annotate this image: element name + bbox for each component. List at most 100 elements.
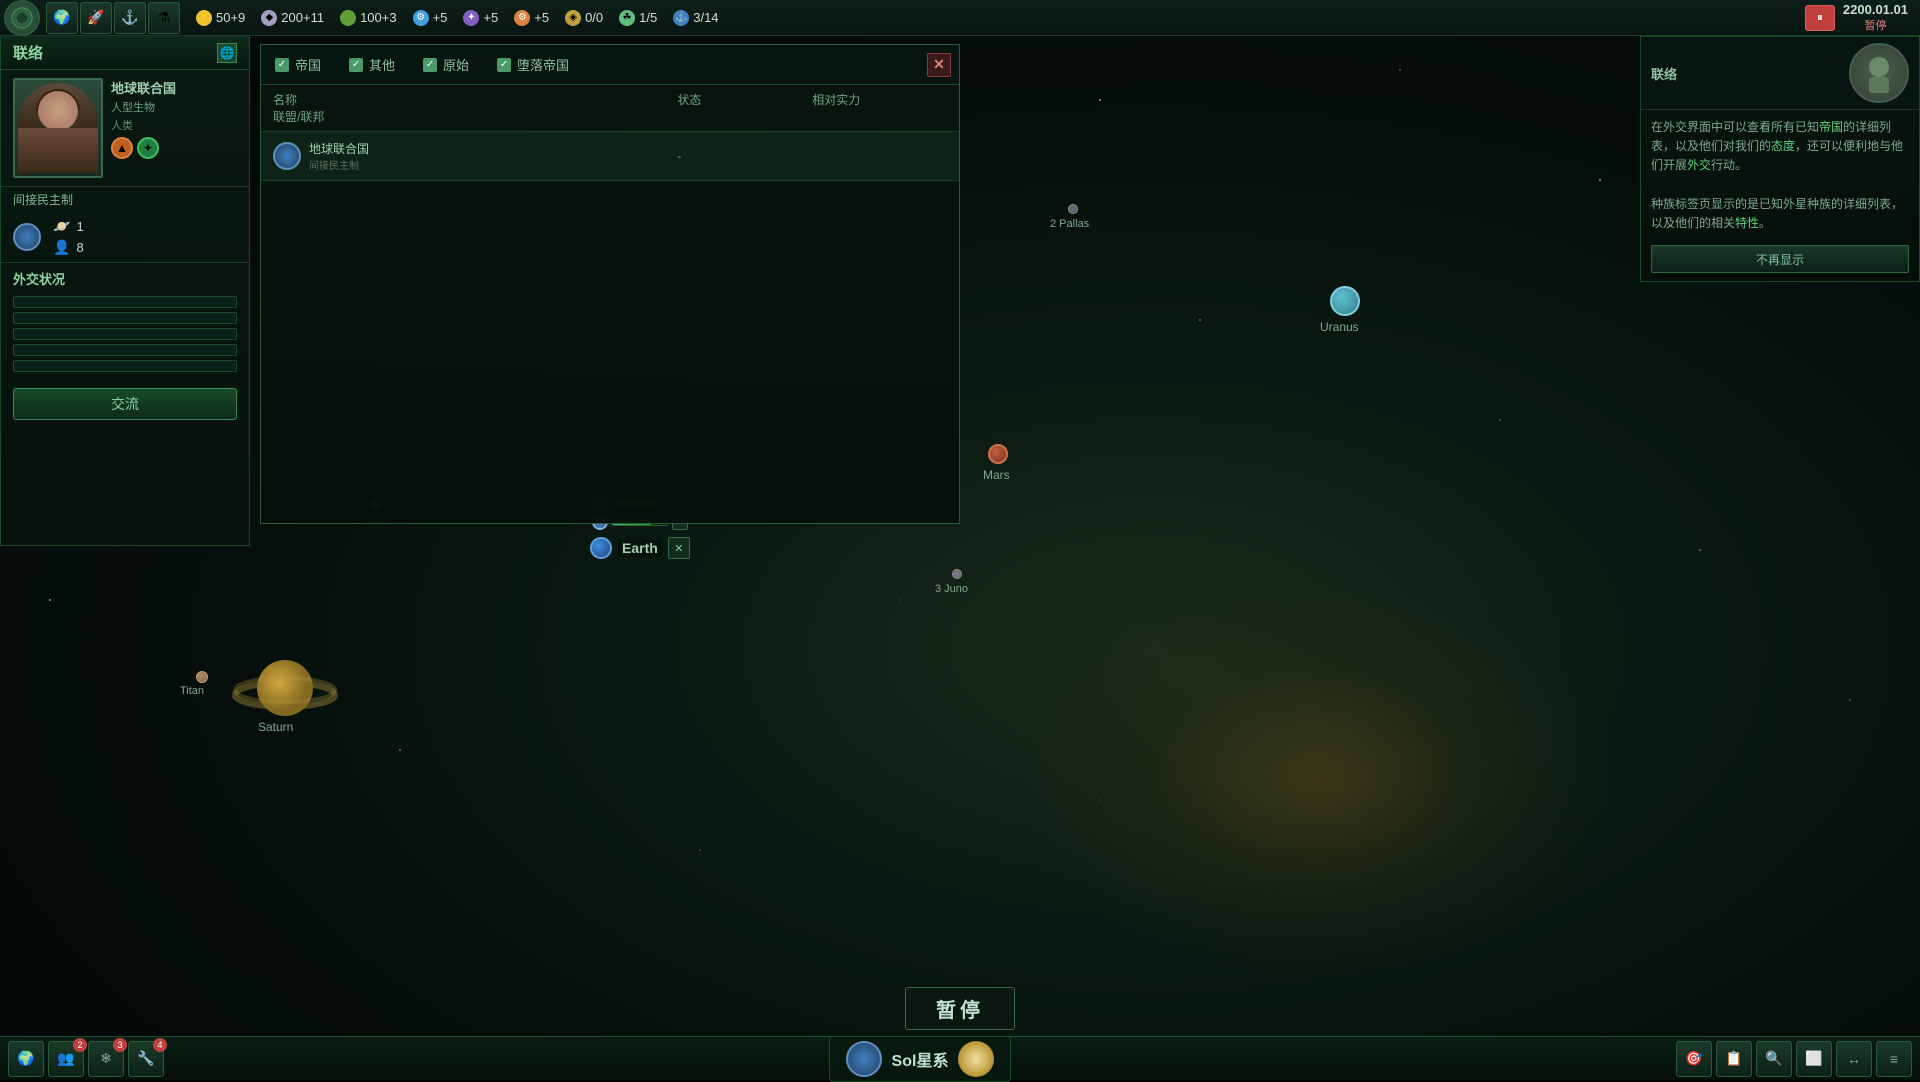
uranus-planet[interactable] (1330, 286, 1360, 316)
empire-row-name-cell: 地球联合国 间接民主制 (273, 140, 543, 172)
government-label: 间接民主制 (1, 187, 249, 212)
bottom-btn-construction[interactable]: 🔧 4 (128, 1041, 164, 1077)
top-btn-fleet[interactable]: ⚓ (114, 2, 146, 34)
resource-energy: ⚡ 50+9 (196, 10, 245, 26)
empire-flags: ▲ ✦ (111, 137, 237, 159)
info-text-4: 行动。 (1711, 158, 1747, 172)
bottom-btn-population[interactable]: 👥 2 (48, 1041, 84, 1077)
left-diplomacy-panel: 联络 🌐 地球联合国 人型生物 人类 ▲ ✦ 间接民主制 🪐 1 (0, 36, 250, 546)
tab-origin-checkbox: ✓ (423, 58, 437, 72)
planet-stat-icon: 🪐 (53, 218, 70, 235)
modal-close-button[interactable]: ✕ (927, 53, 951, 77)
info-text-6: 。 (1759, 216, 1771, 230)
resource-science: ⚙ +5 (413, 10, 448, 26)
dismiss-button[interactable]: 不再显示 (1651, 245, 1909, 273)
bottom-right-btn-window[interactable]: ⬜ (1796, 1041, 1832, 1077)
star-icon[interactable] (958, 1041, 994, 1077)
earth-action-btn[interactable]: ✕ (668, 537, 690, 559)
influence-value: +5 (483, 10, 498, 25)
bottom-center-system: Sol星系 (172, 1036, 1668, 1082)
tab-empire[interactable]: ✓ 帝国 (269, 51, 327, 78)
resource-consumer: ☘ 1/5 (619, 10, 657, 26)
col-power: 相对实力 (812, 91, 947, 108)
tab-other-label: 其他 (369, 55, 395, 74)
system-name: Sol星系 (892, 1047, 949, 1071)
bottom-btn-research[interactable]: ❄ 3 (88, 1041, 124, 1077)
system-planet-icon[interactable] (846, 1041, 882, 1077)
empire-name-block: 地球联合国 人型生物 人类 ▲ ✦ (111, 78, 237, 159)
bottom-badge-4: 4 (153, 1038, 167, 1052)
mars-planet[interactable] (988, 444, 1008, 464)
table-row[interactable]: 地球联合国 间接民主制 - (261, 132, 959, 181)
alloy-value: 0/0 (585, 10, 603, 25)
col-status: 状态 (677, 91, 812, 108)
info-box-diplomacy: 联络 在外交界面中可以查看所有已知帝国的详细列表，以及他们对我们的态度，还可以便… (1640, 36, 1920, 282)
saturn-label: Saturn (258, 720, 293, 734)
top-btn-ships[interactable]: 🚀 (80, 2, 112, 34)
resource-unity: ⚙ +5 (514, 10, 549, 26)
minerals-value: 200+11 (281, 10, 324, 25)
food-value: 100+3 (360, 10, 397, 25)
topbar: 🌍 🚀 ⚓ ⚗ ⚡ 50+9 ◆ 200+11 🌿 100+3 ⚙ +5 ✦ +… (0, 0, 1920, 36)
tab-empire-label: 帝国 (295, 55, 321, 74)
tab-origin-label: 原始 (443, 55, 469, 74)
col-name: 名称 (273, 91, 543, 108)
status-bar-1 (13, 296, 237, 308)
bottom-left-buttons: 🌍 👥 2 ❄ 3 🔧 4 (0, 1041, 172, 1077)
left-panel-title: 联络 (13, 42, 43, 63)
pallas-planet[interactable] (1068, 204, 1078, 214)
resource-influence: ✦ +5 (463, 10, 498, 26)
left-panel-icon[interactable]: 🌐 (217, 43, 237, 63)
date-display: 2200.01.01 (1843, 2, 1908, 17)
stat-planets: 🪐 1 (53, 218, 84, 235)
juno-label: 3 Juno (935, 583, 968, 595)
tab-fallen-label: 堕落帝国 (517, 55, 569, 74)
pause-button[interactable]: ⏸ (1805, 5, 1835, 31)
diplomacy-status-label: 外交状况 (1, 262, 249, 292)
resource-food: 🌿 100+3 (340, 10, 397, 26)
resource-fleet: ⚓ 3/14 (673, 10, 718, 26)
bottom-right-btn-list[interactable]: 📋 (1716, 1041, 1752, 1077)
juno-planet[interactable] (952, 569, 962, 579)
science-icon: ⚙ (413, 10, 429, 26)
bottom-right-buttons: 🎯 📋 🔍 ⬜ ↔ ≡ (1668, 1041, 1920, 1077)
earth-planet-icon[interactable] (590, 537, 612, 559)
fleet-icon: ⚓ (673, 10, 689, 26)
tab-other[interactable]: ✓ 其他 (343, 51, 401, 78)
info-box-header: 联络 (1641, 37, 1919, 110)
titan-label: Titan (180, 685, 204, 697)
left-panel-header: 联络 🌐 (1, 36, 249, 70)
consumer-value: 1/5 (639, 10, 657, 25)
info-highlight-attitude: 态度 (1771, 139, 1795, 153)
bottom-right-btn-arrows[interactable]: ↔ (1836, 1041, 1872, 1077)
bottom-badge-3: 3 (113, 1038, 127, 1052)
earth-name-label: Earth (618, 539, 662, 557)
system-info: Sol星系 (829, 1036, 1012, 1082)
top-btn-colony[interactable]: 🌍 (46, 2, 78, 34)
tab-origin[interactable]: ✓ 原始 (417, 51, 475, 78)
bottom-bar: 🌍 👥 2 ❄ 3 🔧 4 Sol星系 🎯 📋 🔍 ⬜ ↔ ≡ (0, 1036, 1920, 1080)
status-bar-4 (13, 344, 237, 356)
resource-alloy: ◈ 0/0 (565, 10, 603, 26)
right-info-panel: 联络 在外交界面中可以查看所有已知帝国的详细列表，以及他们对我们的态度，还可以便… (1640, 36, 1920, 286)
resource-bar: ⚡ 50+9 ◆ 200+11 🌿 100+3 ⚙ +5 ✦ +5 ⚙ +5 ◈… (196, 10, 1805, 26)
portrait-head (38, 91, 78, 131)
bottom-right-btn-menu[interactable]: ≡ (1876, 1041, 1912, 1077)
game-logo[interactable] (4, 0, 40, 36)
empire-info-block: 地球联合国 人型生物 人类 ▲ ✦ (1, 70, 249, 187)
exchange-button[interactable]: 交流 (13, 388, 237, 420)
nebula-decoration (1020, 580, 1620, 980)
tab-fallen[interactable]: ✓ 堕落帝国 (491, 51, 575, 78)
empire-name: 地球联合国 (111, 78, 237, 97)
saturn-planet[interactable] (230, 640, 340, 725)
top-btn-research[interactable]: ⚗ (148, 2, 180, 34)
bottom-btn-empire[interactable]: 🌍 (8, 1041, 44, 1077)
tab-fallen-checkbox: ✓ (497, 58, 511, 72)
titan-planet[interactable] (196, 671, 208, 683)
bottom-right-btn-target[interactable]: 🎯 (1676, 1041, 1712, 1077)
empire-species: 人类 (111, 117, 237, 133)
bottom-right-btn-zoom[interactable]: 🔍 (1756, 1041, 1792, 1077)
flag-orange: ▲ (111, 137, 133, 159)
unity-icon: ⚙ (514, 10, 530, 26)
influence-icon: ✦ (463, 10, 479, 26)
